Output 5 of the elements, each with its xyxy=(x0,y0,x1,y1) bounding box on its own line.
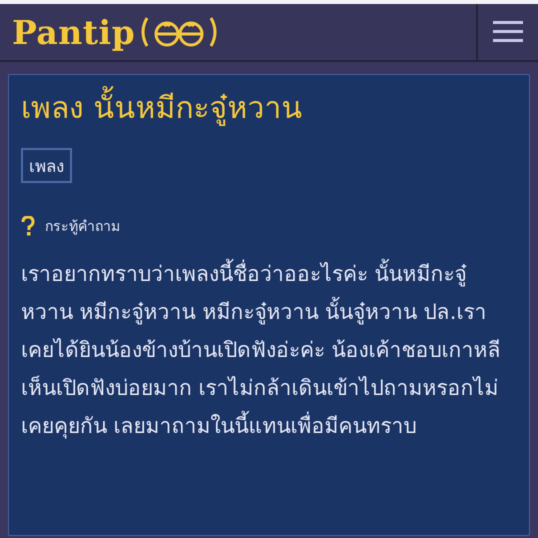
topic-body: เราอยากทราบว่าเพลงนี้ชื่อว่าออะไรค่ะ นั้นหมีกะจู๋หวาน หมีกะจู๋หวาน หมีกะจู๋หวาน นั้นจู๋หวาน ปล.เราเคยได้ยินน้องข้างบ้านเปิดฟังอ่ะค่ะ น้องเค้าชอบเกาหลีเห็นเปิดฟังบ่อยมาก เราไม่กล้าเดินเข้าไปถามหรอกไม่เคยคุยกัน เลยมาถามในนี้แทนเพื่อมีคนทราบ xyxy=(21,255,511,445)
logo-text: Pantip xyxy=(12,12,136,52)
topic-type-label: กระทู้คำถาม xyxy=(45,218,120,237)
tag-link[interactable]: เพลง xyxy=(21,148,72,183)
question-icon xyxy=(21,216,35,236)
